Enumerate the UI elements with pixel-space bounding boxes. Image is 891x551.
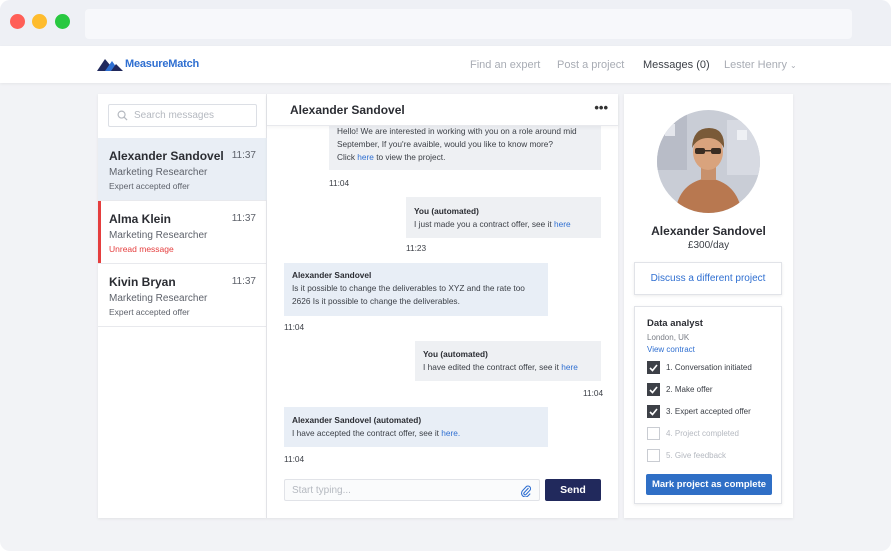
search-box <box>108 104 257 127</box>
profile-photo <box>657 110 760 213</box>
checkmark-icon <box>649 385 658 394</box>
more-horizontal-icon[interactable]: ••• <box>594 100 608 115</box>
chat-panel: Alexander Sandovel ••• Hello! We are int… <box>267 94 618 518</box>
message-composer <box>284 479 540 501</box>
conversation-status: Unread message <box>109 244 174 254</box>
mark-project-complete-button[interactable]: Mark project as complete <box>646 474 772 495</box>
message-text: I have edited the contract offer, see it <box>423 362 562 372</box>
conversation-name: Alma Klein <box>109 212 172 226</box>
top-navigation: MeasureMatch Find an expert Post a proje… <box>0 46 891 83</box>
nav-post-project[interactable]: Post a project <box>557 59 624 71</box>
message-time: 11:04 <box>583 388 604 398</box>
message-text: Is it possible to change the deliverable… <box>292 283 525 293</box>
message-text: to view the project. <box>373 152 446 162</box>
checkmark-icon <box>649 407 658 416</box>
message-text: I have accepted the contract offer, see … <box>292 428 442 438</box>
step-label: 4. Project completed <box>666 429 739 438</box>
conversation-role: Marketing Researcher <box>109 230 208 241</box>
browser-chrome <box>0 0 891 46</box>
conversation-name: Kivin Bryan <box>109 275 176 289</box>
conversation-status: Expert accepted offer <box>109 307 190 317</box>
message-sender: Alexander Sandovel (automated) <box>292 415 422 425</box>
conversation-status: Expert accepted offer <box>109 181 190 191</box>
step-item[interactable]: 2. Make offer <box>647 383 713 396</box>
send-button[interactable]: Send <box>545 479 601 501</box>
nav-messages[interactable]: Messages (0) <box>643 59 710 71</box>
project-location: London, UK <box>647 333 690 342</box>
conversation-time: 11:37 <box>231 150 256 161</box>
message-bubble: Alexander Sandovel (automated) I have ac… <box>284 407 548 447</box>
conversation-list-panel: Alexander Sandovel 11:37 Marketing Resea… <box>98 94 267 518</box>
conversation-role: Marketing Researcher <box>109 293 208 304</box>
message-link[interactable]: here <box>554 219 571 229</box>
nav-find-expert[interactable]: Find an expert <box>470 59 540 71</box>
step-label: 5. Give feedback <box>666 451 727 460</box>
step-label: 2. Make offer <box>666 385 713 394</box>
message-text: Click <box>337 152 358 162</box>
checkbox-unchecked[interactable] <box>647 427 660 440</box>
step-item[interactable]: 1. Conversation initiated <box>647 361 752 374</box>
project-card: Data analyst London, UK View contract 1.… <box>634 306 782 504</box>
conversation-time: 11:37 <box>231 213 256 224</box>
checkbox-checked[interactable] <box>647 383 660 396</box>
avatar <box>657 110 760 213</box>
message-text: I just made you a contract offer, see it <box>414 219 555 229</box>
close-window-button[interactable] <box>10 14 25 29</box>
logo[interactable]: MeasureMatch <box>97 56 199 72</box>
user-menu[interactable]: Lester Henry ⌄ <box>724 59 797 71</box>
message-time: 11:04 <box>284 454 305 464</box>
message-bubble: You (automated) I have edited the contra… <box>415 341 601 381</box>
message-sender: You (automated) <box>414 206 479 216</box>
message-text: Hello! We are interested in working with… <box>337 126 577 136</box>
message-input[interactable] <box>292 484 512 496</box>
message-link[interactable]: here <box>357 152 374 162</box>
conversation-name: Alexander Sandovel <box>109 149 224 163</box>
address-bar[interactable] <box>85 9 852 39</box>
checkmark-icon <box>649 363 658 372</box>
paperclip-icon[interactable] <box>521 484 531 497</box>
chevron-down-icon: ⌄ <box>789 61 797 70</box>
view-contract-link[interactable]: View contract <box>647 345 695 354</box>
message-sender: Alexander Sandovel <box>292 270 372 280</box>
message-bubble: Hello! We are interested in working with… <box>329 122 601 170</box>
chat-title: Alexander Sandovel <box>290 103 405 117</box>
project-title: Data analyst <box>647 318 703 329</box>
search-input[interactable] <box>134 110 254 121</box>
user-name: Lester Henry <box>724 59 787 71</box>
step-label: 3. Expert accepted offer <box>666 407 751 416</box>
checkbox-checked[interactable] <box>647 405 660 418</box>
logo-text: MeasureMatch <box>125 58 200 70</box>
message-link[interactable]: here. <box>441 428 460 438</box>
conversation-item[interactable]: Alma Klein 11:37 Marketing Researcher Un… <box>98 201 267 264</box>
message-text: 2626 Is it possible to change the delive… <box>292 296 460 306</box>
step-item[interactable]: 4. Project completed <box>647 427 739 440</box>
chat-header: Alexander Sandovel ••• <box>267 94 618 126</box>
message-bubble: Alexander Sandovel Is it possible to cha… <box>284 263 548 316</box>
profile-rate: £300/day <box>687 240 730 251</box>
profile-panel: Alexander Sandovel £300/day Discuss a di… <box>624 94 793 518</box>
message-bubble: You (automated) I just made you a contra… <box>406 197 601 238</box>
conversation-role: Marketing Researcher <box>109 167 208 178</box>
conversation-time: 11:37 <box>231 276 256 287</box>
checkbox-checked[interactable] <box>647 361 660 374</box>
minimize-window-button[interactable] <box>32 14 47 29</box>
message-time: 11:23 <box>406 243 427 253</box>
checkbox-unchecked[interactable] <box>647 449 660 462</box>
message-link[interactable]: here <box>561 362 578 372</box>
conversation-item[interactable]: Kivin Bryan 11:37 Marketing Researcher E… <box>98 264 267 327</box>
discuss-different-project-button[interactable]: Discuss a different project <box>634 262 782 295</box>
step-label: 1. Conversation initiated <box>666 363 752 372</box>
app-window: MeasureMatch Find an expert Post a proje… <box>0 0 891 551</box>
measurematch-logo-icon <box>97 59 123 71</box>
step-item[interactable]: 5. Give feedback <box>647 449 726 462</box>
conversation-item[interactable]: Alexander Sandovel 11:37 Marketing Resea… <box>98 138 267 201</box>
message-sender: You (automated) <box>423 349 488 359</box>
search-icon <box>117 110 128 121</box>
message-text: September, If you're avaible, would you … <box>337 139 554 149</box>
message-time: 11:04 <box>329 178 350 188</box>
message-time: 11:04 <box>284 322 305 332</box>
maximize-window-button[interactable] <box>55 14 70 29</box>
step-item[interactable]: 3. Expert accepted offer <box>647 405 751 418</box>
profile-name: Alexander Sandovel <box>651 224 766 238</box>
